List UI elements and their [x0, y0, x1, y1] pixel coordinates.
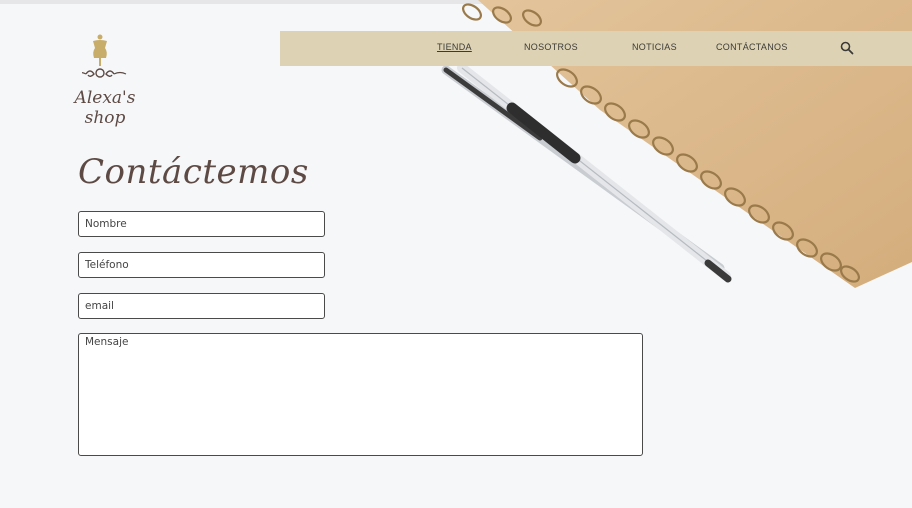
search-icon[interactable]: [840, 41, 854, 55]
nav-noticias[interactable]: NOTICIAS: [632, 42, 677, 52]
brand-name: Alexa's shop: [74, 88, 136, 128]
phone-field[interactable]: [78, 252, 325, 278]
top-navbar: TIENDA NOSOTROS NOTICIAS CONTÁCTANOS: [280, 31, 912, 66]
contact-title: Contáctemos: [78, 152, 309, 192]
message-field[interactable]: [78, 333, 643, 456]
nav-tienda[interactable]: TIENDA: [437, 42, 472, 52]
email-field[interactable]: [78, 293, 325, 319]
brand-logo[interactable]: Alexa's shop: [52, 34, 158, 128]
mannequin-icon: [82, 34, 127, 78]
nav-nosotros[interactable]: NOSOTROS: [524, 42, 578, 52]
nav-contactanos[interactable]: CONTÁCTANOS: [716, 42, 788, 52]
name-field[interactable]: [78, 211, 325, 237]
